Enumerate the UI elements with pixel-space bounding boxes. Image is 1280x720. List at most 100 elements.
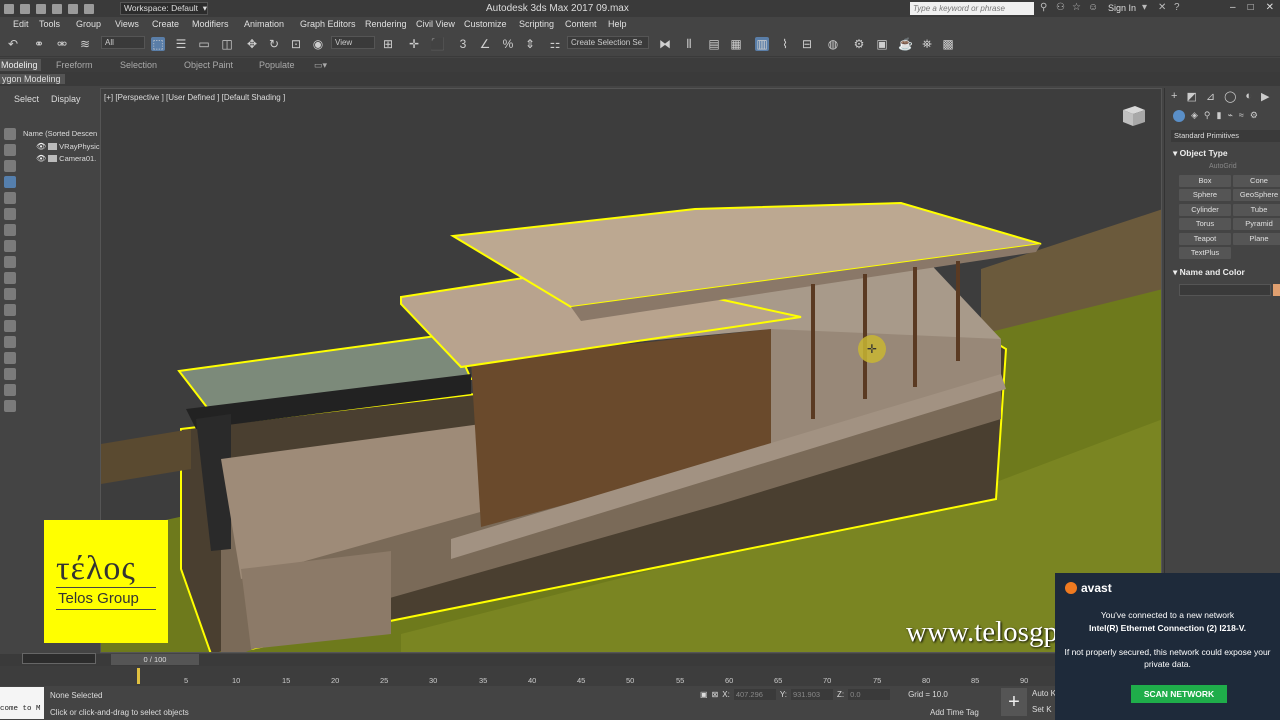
menu-scripting[interactable]: Scripting <box>519 17 565 31</box>
chevron-down-icon[interactable]: ▾ <box>1142 2 1152 13</box>
mirror-icon[interactable]: ⧓ <box>658 37 672 51</box>
render-online-icon[interactable]: ▩ <box>941 37 955 51</box>
place-icon[interactable]: ◉ <box>311 37 325 51</box>
pyramid-button[interactable]: Pyramid <box>1233 218 1280 230</box>
snaps-toggle-icon[interactable]: 3 <box>456 37 470 51</box>
binoculars-icon[interactable]: ⚲ <box>1040 2 1050 13</box>
keyboard-shortcut-icon[interactable]: ⬛ <box>430 37 445 51</box>
menu-civil-view[interactable]: Civil View <box>416 17 464 31</box>
select-object-icon[interactable]: ⬚ <box>151 37 165 51</box>
menu-rendering[interactable]: Rendering <box>365 17 416 31</box>
menu-modifiers[interactable]: Modifiers <box>192 17 244 31</box>
menu-views[interactable]: Views <box>115 17 152 31</box>
object-type-rollout[interactable]: ▾ Object Type <box>1173 148 1228 159</box>
scene-explorer-icon[interactable]: ▥ <box>755 37 769 51</box>
menu-group[interactable]: Group <box>76 17 115 31</box>
toggle-ribbon-icon[interactable]: ▦ <box>729 37 743 51</box>
frozen-filter-icon[interactable] <box>4 288 16 300</box>
shapes-filter-icon[interactable] <box>4 144 16 156</box>
search-input[interactable]: Type a keyword or phrase <box>910 2 1034 15</box>
box-button[interactable]: Box <box>1179 175 1231 187</box>
ribbon-options-icon[interactable]: ▭▾ <box>314 60 327 71</box>
add-time-tag[interactable]: Add Time Tag <box>930 708 979 717</box>
display-tab-icon[interactable]: ◐ <box>1245 90 1252 103</box>
cameras-filter-icon[interactable] <box>4 176 16 188</box>
exchange-icon[interactable]: ✕ <box>1158 2 1168 13</box>
user-icon[interactable]: ☺ <box>1088 2 1098 13</box>
layer-filter-icon[interactable] <box>4 384 16 396</box>
rotate-icon[interactable]: ↻ <box>267 37 281 51</box>
undo-arrow-icon[interactable]: ↶ <box>6 37 20 51</box>
tab-modeling[interactable]: Modeling <box>0 59 41 71</box>
star-icon[interactable]: ☆ <box>1072 2 1082 13</box>
textplus-button[interactable]: TextPlus <box>1179 247 1231 259</box>
object-name-field[interactable] <box>1179 284 1271 296</box>
cone-button[interactable]: Cone <box>1233 175 1280 187</box>
cameras-icon[interactable]: ▮ <box>1217 110 1222 122</box>
renderable-icon[interactable] <box>48 143 58 150</box>
open-file-icon[interactable] <box>36 3 46 14</box>
torus-button[interactable]: Torus <box>1179 218 1231 230</box>
find-filter-icon[interactable] <box>4 368 16 380</box>
menu-help[interactable]: Help <box>608 17 638 31</box>
help-icon[interactable]: ? <box>1174 2 1184 13</box>
bones-filter-icon[interactable] <box>4 256 16 268</box>
viewcube-icon[interactable] <box>1119 101 1147 129</box>
teapot-button[interactable]: Teapot <box>1179 233 1231 245</box>
undo-icon[interactable] <box>68 3 78 14</box>
motion-tab-icon[interactable]: ◯ <box>1224 90 1236 103</box>
sphere-button[interactable]: Sphere <box>1179 189 1231 201</box>
time-slider[interactable]: 0 / 100 <box>111 654 199 665</box>
app-icon[interactable] <box>4 3 14 14</box>
cylinder-button[interactable]: Cylinder <box>1179 204 1231 216</box>
bind-space-warp-icon[interactable]: ≋ <box>78 37 92 51</box>
auto-key-button[interactable]: Auto K <box>1032 689 1056 698</box>
material-editor-icon[interactable]: ◍ <box>826 37 840 51</box>
render-production-icon[interactable]: ☕ <box>898 37 913 51</box>
geosphere-button[interactable]: GeoSphere <box>1233 189 1280 201</box>
set-key-button[interactable]: Set K <box>1032 705 1052 714</box>
maxscript-listener[interactable]: come to M <box>0 687 44 719</box>
select-by-name-icon[interactable]: ☰ <box>174 37 188 51</box>
xrefs-filter-icon[interactable] <box>4 240 16 252</box>
sign-in-link[interactable]: Sign In <box>1108 3 1136 13</box>
menu-edit[interactable]: Edit <box>13 17 39 31</box>
helpers-filter-icon[interactable] <box>4 192 16 204</box>
plane-button[interactable]: Plane <box>1233 233 1280 245</box>
menu-animation[interactable]: Animation <box>244 17 300 31</box>
menu-tools[interactable]: Tools <box>39 17 76 31</box>
name-and-color-rollout[interactable]: ▾ Name and Color <box>1173 267 1245 278</box>
align-icon[interactable]: ⫴ <box>682 37 696 51</box>
all-filter-icon[interactable] <box>4 320 16 332</box>
isolate-icon[interactable]: ▣ <box>700 690 708 699</box>
none-filter-icon[interactable] <box>4 336 16 348</box>
z-coordinate-field[interactable]: 0.0 <box>848 689 891 700</box>
time-cursor[interactable] <box>137 668 140 684</box>
pivot-center-icon[interactable]: ⊞ <box>381 37 395 51</box>
modify-tab-icon[interactable]: ◩ <box>1186 90 1196 103</box>
tube-button[interactable]: Tube <box>1233 204 1280 216</box>
curve-editor-icon[interactable]: ⌇ <box>778 37 792 51</box>
tab-freeform[interactable]: Freeform <box>56 60 93 70</box>
space-warps-icon[interactable]: ≈ <box>1239 110 1244 122</box>
move-icon[interactable]: ✥ <box>245 37 259 51</box>
sort-filter-icon[interactable] <box>4 400 16 412</box>
percent-snap-icon[interactable]: % <box>501 37 515 51</box>
absolute-mode-icon[interactable]: ⊠ <box>712 690 719 699</box>
invert-filter-icon[interactable] <box>4 352 16 364</box>
render-iterative-icon[interactable]: ⛯ <box>920 37 934 51</box>
set-key-icon[interactable]: + <box>1001 688 1027 716</box>
menu-content[interactable]: Content <box>565 17 608 31</box>
autogrid-checkbox[interactable]: AutoGrid <box>1209 163 1237 170</box>
lights-icon[interactable]: ⚲ <box>1204 110 1211 122</box>
tree-item[interactable]: 👁 VRayPhysic <box>36 142 100 151</box>
maximize-icon[interactable]: □ <box>1248 2 1254 13</box>
lights-filter-icon[interactable] <box>4 160 16 172</box>
scale-icon[interactable]: ⊡ <box>289 37 303 51</box>
hierarchy-tab-icon[interactable]: ⊿ <box>1206 90 1215 103</box>
polygon-modeling-panel[interactable]: ygon Modeling <box>0 74 65 84</box>
scan-network-button[interactable]: SCAN NETWORK <box>1131 685 1227 703</box>
spacewarps-filter-icon[interactable] <box>4 208 16 220</box>
tab-populate[interactable]: Populate <box>259 60 295 70</box>
named-selection-select[interactable]: Create Selection Se <box>567 36 649 49</box>
